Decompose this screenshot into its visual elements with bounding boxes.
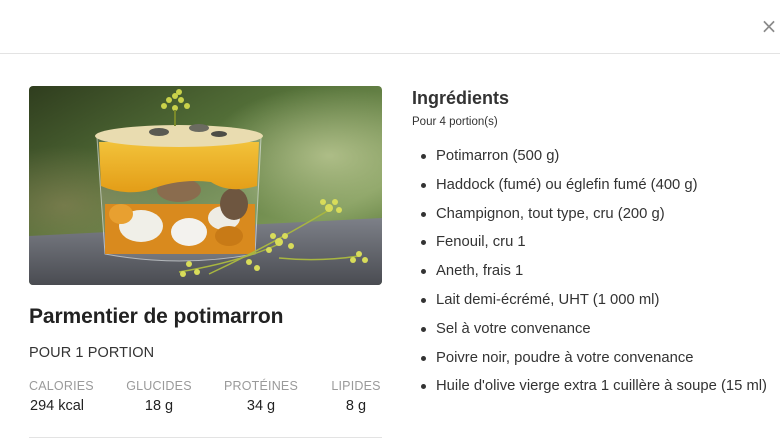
nutrient-calories: CALORIES 294 kcal bbox=[29, 379, 94, 414]
ingredients-list: Potimarron (500 g) Haddock (fumé) ou égl… bbox=[412, 142, 772, 401]
nutrient-value: 34 g bbox=[246, 398, 276, 414]
nutrient-glucides: GLUCIDES 18 g bbox=[124, 379, 194, 414]
recipe-photo bbox=[29, 86, 382, 285]
ingredient-item: Huile d'olive vierge extra 1 cuillère à … bbox=[412, 372, 772, 401]
nutrient-label: LIPIDES bbox=[331, 379, 381, 393]
ingredient-item: Sel à votre convenance bbox=[412, 315, 772, 344]
nutrient-value: 18 g bbox=[144, 398, 174, 414]
nutrient-label: CALORIES bbox=[29, 379, 94, 393]
ingredient-item: Haddock (fumé) ou églefin fumé (400 g) bbox=[412, 171, 772, 200]
nutrient-proteines: PROTÉINES 34 g bbox=[222, 379, 300, 414]
ingredient-item: Champignon, tout type, cru (200 g) bbox=[412, 200, 772, 229]
nutrient-value: 294 kcal bbox=[30, 398, 85, 414]
divider bbox=[29, 437, 382, 438]
portion-label: POUR 1 PORTION bbox=[29, 345, 155, 361]
ingredient-item: Poivre noir, poudre à votre convenance bbox=[412, 344, 772, 373]
ingredient-item: Lait demi-écrémé, UHT (1 000 ml) bbox=[412, 286, 772, 315]
recipe-title: Parmentier de potimarron bbox=[29, 305, 284, 328]
nutrient-lipides: LIPIDES 8 g bbox=[327, 379, 385, 414]
nutrient-label: PROTÉINES bbox=[223, 379, 299, 393]
nutrient-label: GLUCIDES bbox=[126, 379, 192, 393]
ingredients-title: Ingrédients bbox=[412, 88, 510, 108]
nutrition-summary: CALORIES 294 kcal GLUCIDES 18 g PROTÉINE… bbox=[29, 379, 382, 423]
close-icon[interactable]: × bbox=[760, 14, 778, 38]
nutrient-value: 8 g bbox=[345, 398, 367, 414]
modal-header: × bbox=[0, 0, 780, 54]
servings-label: Pour 4 portion(s) bbox=[412, 116, 498, 128]
ingredient-item: Fenouil, cru 1 bbox=[412, 228, 772, 257]
ingredient-item: Aneth, frais 1 bbox=[412, 257, 772, 286]
ingredient-item: Potimarron (500 g) bbox=[412, 142, 772, 171]
